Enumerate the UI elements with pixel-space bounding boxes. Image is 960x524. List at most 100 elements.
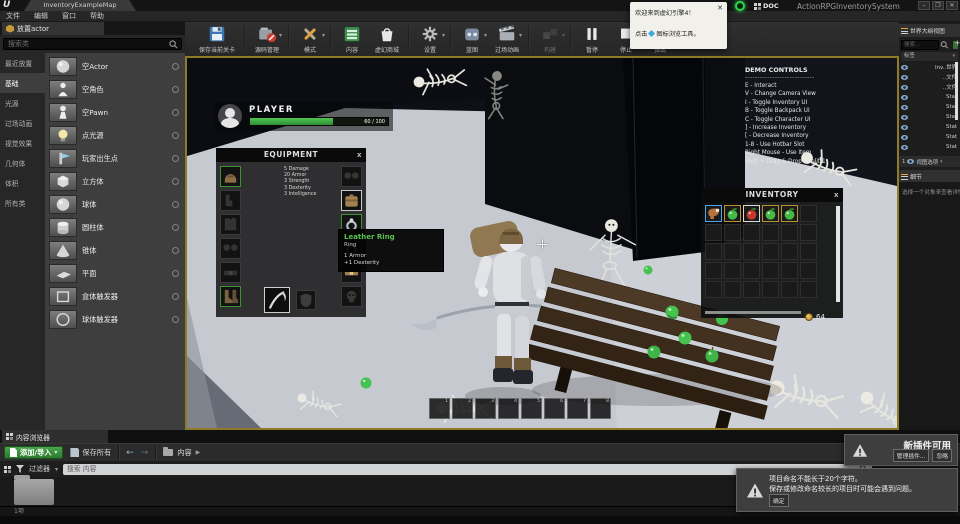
- equipment-slot-helmet[interactable]: [220, 166, 241, 187]
- drag-handle-icon[interactable]: [172, 270, 179, 277]
- outliner-scrollbar[interactable]: [955, 62, 958, 120]
- back-button[interactable]: ←: [126, 448, 134, 458]
- drag-handle-icon[interactable]: [172, 132, 179, 139]
- eye-icon[interactable]: [901, 85, 908, 90]
- hotbar-slot[interactable]: 6: [544, 398, 565, 419]
- drag-handle-icon[interactable]: [172, 201, 179, 208]
- place-item[interactable]: 圆柱体: [45, 216, 185, 239]
- view-mode-icon[interactable]: [4, 466, 11, 473]
- add-import-button[interactable]: 添加/导入▾: [4, 446, 63, 459]
- inventory-cell[interactable]: [800, 262, 817, 279]
- inventory-cell[interactable]: [781, 281, 798, 298]
- equipment-slot-shoulders[interactable]: [220, 238, 241, 259]
- inventory-cell[interactable]: [705, 262, 722, 279]
- inventory-cell[interactable]: [781, 243, 798, 260]
- outliner-column-header[interactable]: 标签▾: [901, 52, 958, 61]
- outliner-row[interactable]: Stat: [901, 92, 958, 102]
- menu-0[interactable]: 文件: [6, 11, 20, 21]
- inventory-cell[interactable]: [781, 224, 798, 241]
- game-viewport[interactable]: PLAYER 60 / 100 EQUIPMENTx 5 Damage20 Ar…: [185, 56, 899, 430]
- filters-button[interactable]: 过滤器: [29, 464, 50, 474]
- inventory-cell[interactable]: [800, 224, 817, 241]
- inventory-hscrollbar[interactable]: [705, 311, 801, 314]
- eye-icon[interactable]: [901, 145, 908, 150]
- hotbar-slot[interactable]: 8: [590, 398, 611, 419]
- place-category[interactable]: 过场动画: [0, 113, 45, 133]
- hotbar-slot[interactable]: 5: [521, 398, 542, 419]
- toolbar-button[interactable]: 内容: [335, 24, 369, 54]
- equipment-slot-skull[interactable]: [341, 286, 362, 307]
- add-actor-icon[interactable]: [953, 41, 958, 49]
- inventory-cell-apple-green[interactable]: [781, 205, 798, 222]
- asset-folder[interactable]: [14, 479, 54, 505]
- inventory-scrollbar[interactable]: [836, 206, 840, 302]
- inventory-cell[interactable]: [762, 243, 779, 260]
- toolbar-button[interactable]: 虚幻商城: [369, 24, 405, 54]
- inventory-cell[interactable]: [800, 243, 817, 260]
- inventory-cell[interactable]: [743, 281, 760, 298]
- outliner-row[interactable]: Stat: [901, 102, 958, 112]
- outliner-row[interactable]: Stat: [901, 142, 958, 152]
- place-category[interactable]: 所有类: [0, 193, 45, 213]
- place-item[interactable]: 锥体: [45, 239, 185, 262]
- menu-1[interactable]: 编辑: [34, 11, 48, 21]
- outliner-row[interactable]: ..文件: [901, 82, 958, 92]
- manage-plugins-button[interactable]: 管理插件...: [893, 449, 930, 462]
- outliner-row[interactable]: Stat: [901, 132, 958, 142]
- place-category[interactable]: 光源: [0, 93, 45, 113]
- eye-icon[interactable]: [901, 115, 908, 120]
- level-tab[interactable]: InventoryExampleMap: [24, 0, 136, 11]
- place-item[interactable]: 盒体触发器: [45, 285, 185, 308]
- eye-icon[interactable]: [901, 75, 908, 80]
- equipment-slot-shoulders[interactable]: [341, 166, 362, 187]
- toolbar-button[interactable]: ▾构建: [533, 24, 567, 54]
- welcome-close-icon[interactable]: ✕: [717, 4, 723, 12]
- forward-button[interactable]: →: [141, 448, 149, 458]
- status-indicator-icon[interactable]: [735, 1, 745, 11]
- hotbar-slot[interactable]: 1: [429, 398, 450, 419]
- inventory-cell[interactable]: [724, 224, 741, 241]
- menu-2[interactable]: 窗口: [62, 11, 76, 21]
- toolbar-button[interactable]: 暂停: [575, 24, 609, 54]
- eye-icon[interactable]: [901, 135, 908, 140]
- equipment-slot-gloves[interactable]: [220, 190, 241, 211]
- hotbar-slot[interactable]: 2: [452, 398, 473, 419]
- toolbar-button[interactable]: ▾设置: [413, 24, 447, 54]
- outliner-row[interactable]: ..文件: [901, 72, 958, 82]
- place-search-input[interactable]: [4, 40, 169, 48]
- inventory-cell[interactable]: [705, 243, 722, 260]
- inventory-cell[interactable]: [705, 224, 722, 241]
- inventory-cell-apple-red[interactable]: [743, 205, 760, 222]
- weapon-slot[interactable]: [264, 287, 290, 313]
- inventory-cell[interactable]: [743, 243, 760, 260]
- inventory-cell[interactable]: [724, 262, 741, 279]
- outliner-row[interactable]: Stat: [901, 112, 958, 122]
- place-item[interactable]: 空Pawn: [45, 101, 185, 124]
- eye-icon[interactable]: [901, 105, 908, 110]
- hotbar-slot[interactable]: 3: [475, 398, 496, 419]
- toolbar-button[interactable]: 保存当前关卡: [193, 24, 241, 54]
- toolbar-button[interactable]: ▾过场动画: [489, 24, 525, 54]
- inventory-cell[interactable]: [800, 205, 817, 222]
- hotbar-slot[interactable]: 4: [498, 398, 519, 419]
- toolbar-button[interactable]: ▾模式: [293, 24, 327, 54]
- place-item[interactable]: 球体: [45, 193, 185, 216]
- drag-handle-icon[interactable]: [172, 224, 179, 231]
- inventory-cell[interactable]: [724, 243, 741, 260]
- inventory-close-button[interactable]: x: [834, 188, 839, 202]
- save-all-button[interactable]: 保存所有: [70, 448, 111, 458]
- equipment-slot-chest[interactable]: [220, 214, 241, 235]
- drag-handle-icon[interactable]: [172, 178, 179, 185]
- inventory-cell[interactable]: [762, 262, 779, 279]
- drag-handle-icon[interactable]: [172, 155, 179, 162]
- place-category[interactable]: 体积: [0, 173, 45, 193]
- place-item[interactable]: 球体触发器: [45, 308, 185, 331]
- outliner-row[interactable]: Stat: [901, 122, 958, 132]
- place-item[interactable]: 空角色: [45, 78, 185, 101]
- drag-handle-icon[interactable]: [172, 86, 179, 93]
- maximize-button[interactable]: ❐: [932, 1, 944, 10]
- drag-handle-icon[interactable]: [172, 109, 179, 116]
- place-item[interactable]: 玩家出生点: [45, 147, 185, 170]
- equipment-close-button[interactable]: x: [357, 148, 362, 162]
- equipment-slot-boots[interactable]: [220, 286, 241, 307]
